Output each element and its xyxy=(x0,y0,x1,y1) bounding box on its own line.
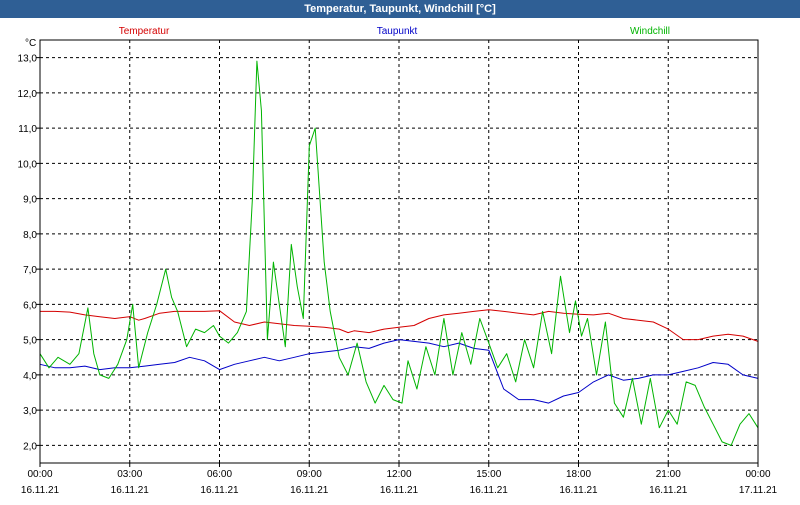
y-tick-label: 13,0 xyxy=(18,54,38,65)
y-tick-label: 7,0 xyxy=(23,265,37,276)
x-tick-date-label: 16.11.21 xyxy=(559,485,598,496)
x-tick-time-label: 09:00 xyxy=(297,469,322,480)
y-axis-unit-label: °C xyxy=(25,38,36,49)
legend-entry-taupunkt: Taupunkt xyxy=(377,26,418,37)
legend-entry-temperatur: Temperatur xyxy=(119,26,170,37)
line-chart: 2,0 3,0 4,0 5,0 6,0 7,0 8,0 9,0 10,0 11,0 12,0 13,0… xyxy=(0,18,800,500)
y-tick-label: 3,0 xyxy=(23,406,37,417)
x-tick-date-label: 16.11.21 xyxy=(200,485,239,496)
x-tick-time-label: 06:00 xyxy=(207,469,232,480)
x-tick-date-label: 17.11.21 xyxy=(739,485,778,496)
x-tick-time-label: 00:00 xyxy=(27,469,52,480)
y-tick-label: 4,0 xyxy=(23,371,37,382)
y-tick-label: 2,0 xyxy=(23,441,37,452)
y-tick-label: 10,0 xyxy=(18,159,38,170)
x-tick-time-label: 15:00 xyxy=(476,469,501,480)
x-tick-time-label: 00:00 xyxy=(745,469,770,480)
x-tick-time-label: 18:00 xyxy=(566,469,591,480)
y-tick-label: 5,0 xyxy=(23,336,37,347)
chart-title: Temperatur, Taupunkt, Windchill [°C] xyxy=(0,0,800,18)
x-tick-date-label: 16.11.21 xyxy=(111,485,150,496)
x-tick-date-label: 16.11.21 xyxy=(470,485,509,496)
legend-entry-windchill: Windchill xyxy=(630,26,670,37)
chart-area: 2,0 3,0 4,0 5,0 6,0 7,0 8,0 9,0 10,0 11,0 12,0 13,0… xyxy=(0,18,800,500)
y-tick-label: 11,0 xyxy=(18,124,37,135)
y-tick-label: 6,0 xyxy=(23,300,37,311)
x-tick-time-label: 21:00 xyxy=(656,469,681,480)
y-tick-label: 8,0 xyxy=(23,230,37,241)
x-tick-time-label: 12:00 xyxy=(386,469,411,480)
x-tick-date-label: 16.11.21 xyxy=(649,485,688,496)
x-tick-date-label: 16.11.21 xyxy=(21,485,60,496)
y-tick-label: 9,0 xyxy=(23,195,37,206)
y-tick-label: 12,0 xyxy=(18,89,38,100)
x-tick-date-label: 16.11.21 xyxy=(290,485,329,496)
x-tick-time-label: 03:00 xyxy=(117,469,142,480)
x-tick-date-label: 16.11.21 xyxy=(380,485,419,496)
